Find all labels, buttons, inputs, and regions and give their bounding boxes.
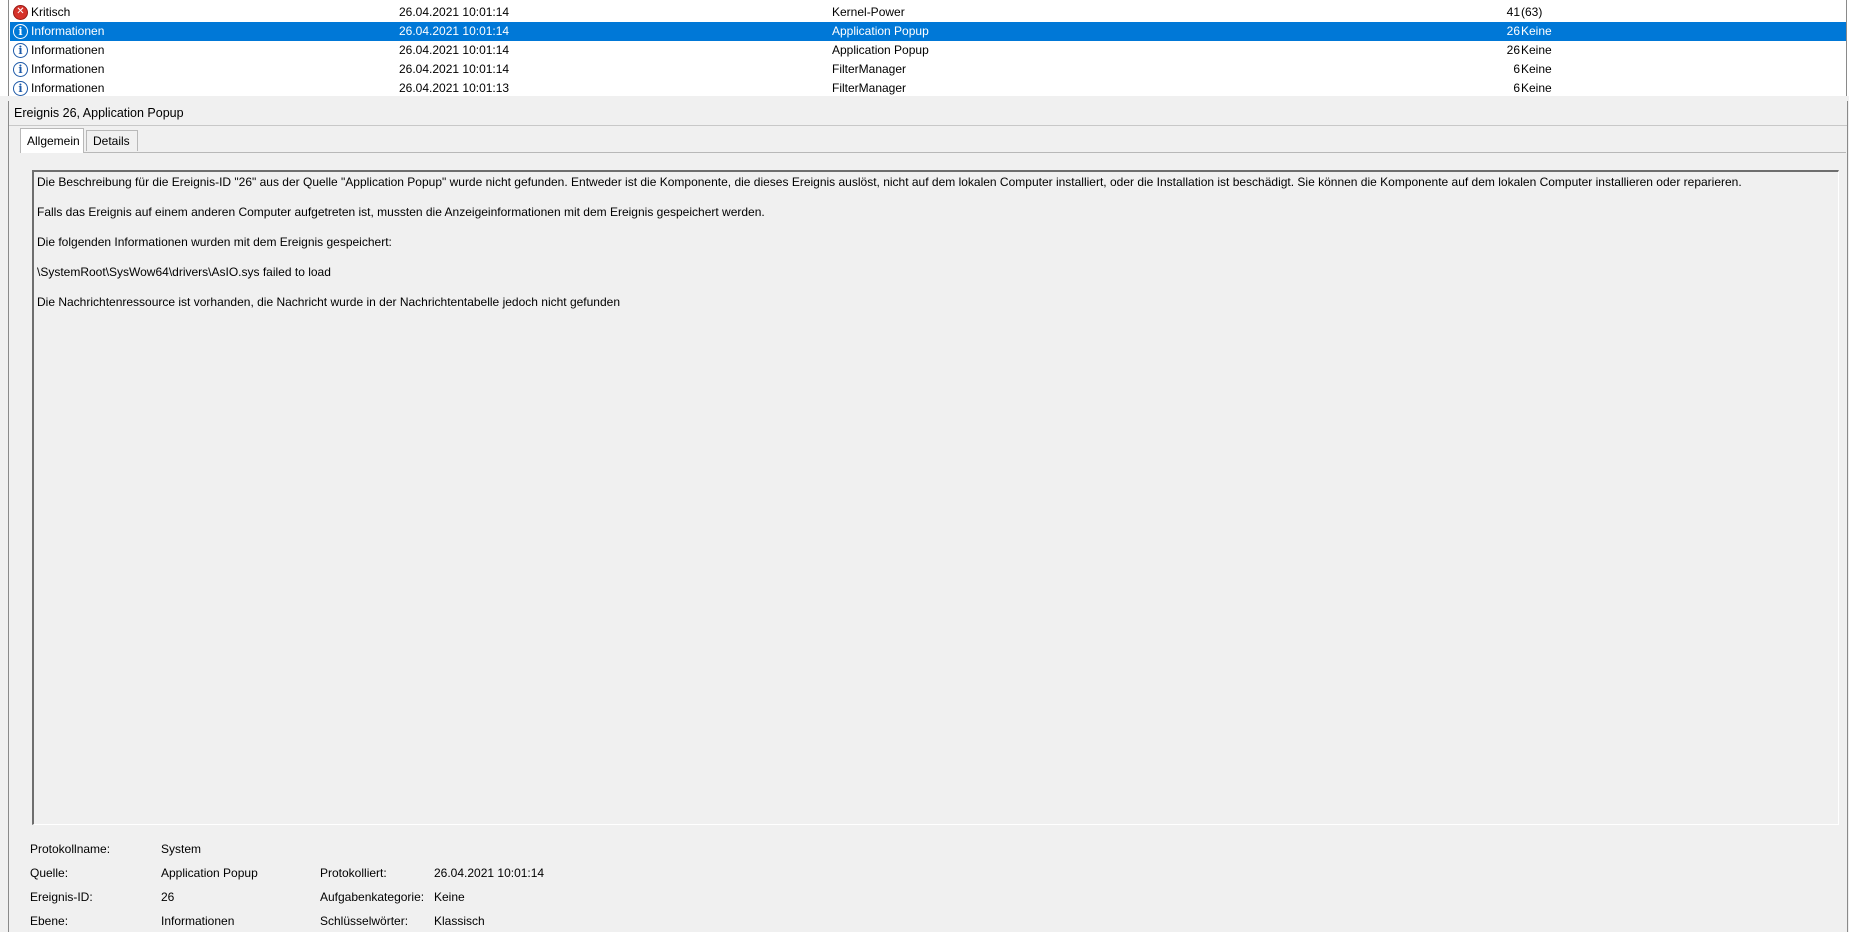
event-id-cell: 6 [1513,62,1520,76]
tab-strip-line [20,152,1846,153]
logged-label: Protokolliert: [320,866,387,880]
tab-general[interactable]: Allgemein [20,128,84,153]
task-cell: Keine [1521,62,1552,76]
level-label: Ebene: [30,914,69,928]
date-cell: 26.04.2021 10:01:13 [399,81,510,95]
divider [9,125,1847,126]
log-name-value[interactable]: System [161,842,201,856]
log-name-label: Protokollname: [30,842,111,856]
list-border-left [8,0,9,96]
keywords-label: Schlüsselwörter: [320,914,409,928]
event-id-label: Ereignis-ID: [30,890,93,904]
event-id-cell: 26 [1506,24,1520,38]
event-id-cell: 26 [1506,43,1520,57]
source-cell: FilterManager [832,81,907,95]
tab-details[interactable]: Details [86,130,138,151]
source-cell: Application Popup [832,24,929,38]
info-icon: i [13,24,28,39]
table-row[interactable]: i Informationen 26.04.2021 10:01:14 Appl… [10,41,1846,60]
level-cell: Informationen [31,62,105,76]
level-cell: Informationen [31,81,105,95]
description-paragraph: Die folgenden Informationen wurden mit d… [37,235,392,249]
info-icon: i [13,62,28,77]
logged-value[interactable]: 26.04.2021 10:01:14 [434,866,544,880]
event-id-value[interactable]: 26 [161,890,174,904]
info-icon: i [13,81,28,96]
table-row[interactable]: i Informationen 26.04.2021 10:01:13 Filt… [10,79,1846,96]
source-label: Quelle: [30,866,69,880]
event-title: Ereignis 26, Application Popup [14,106,184,120]
task-category-label: Aufgabenkategorie: [320,890,425,904]
event-detail-pane: Ereignis 26, Application Popup Allgemein… [8,101,1848,932]
source-cell: Application Popup [832,43,929,57]
level-cell: Informationen [31,43,105,57]
date-cell: 26.04.2021 10:01:14 [399,5,510,19]
event-description[interactable]: Die Beschreibung für die Ereignis-ID "26… [32,170,1839,825]
task-cell: Keine [1521,24,1552,38]
task-category-value[interactable]: Keine [434,890,465,904]
critical-icon: ✕ [13,5,28,20]
task-cell: Keine [1521,81,1552,95]
event-id-cell: 6 [1513,81,1520,95]
level-cell: Kritisch [31,5,71,19]
event-list[interactable]: ✕ Kritisch 26.04.2021 10:01:14 Kernel-Po… [0,0,1849,97]
table-row[interactable]: i Informationen 26.04.2021 10:01:14 Filt… [10,60,1846,79]
pane-splitter[interactable] [0,96,1849,100]
list-border-right [1846,0,1847,96]
description-paragraph: Falls das Ereignis auf einem anderen Com… [37,205,765,219]
source-cell: Kernel-Power [832,5,905,19]
date-cell: 26.04.2021 10:01:14 [399,43,510,57]
date-cell: 26.04.2021 10:01:14 [399,24,510,38]
description-paragraph: \SystemRoot\SysWow64\drivers\AsIO.sys fa… [37,265,331,279]
info-icon: i [13,43,28,58]
source-cell: FilterManager [832,62,907,76]
description-paragraph: Die Beschreibung für die Ereignis-ID "26… [37,175,1742,189]
description-paragraph: Die Nachrichtenressource ist vorhanden, … [37,295,620,309]
task-cell: (63) [1521,5,1543,19]
date-cell: 26.04.2021 10:01:14 [399,62,510,76]
table-row-selected[interactable]: i Informationen 26.04.2021 10:01:14 Appl… [10,22,1846,41]
keywords-value[interactable]: Klassisch [434,914,485,928]
level-value[interactable]: Informationen [161,914,234,928]
source-value[interactable]: Application Popup [161,866,258,880]
event-id-cell: 41 [1506,5,1520,19]
task-cell: Keine [1521,43,1552,57]
table-row[interactable]: ✕ Kritisch 26.04.2021 10:01:14 Kernel-Po… [10,3,1846,22]
level-cell: Informationen [31,24,105,38]
